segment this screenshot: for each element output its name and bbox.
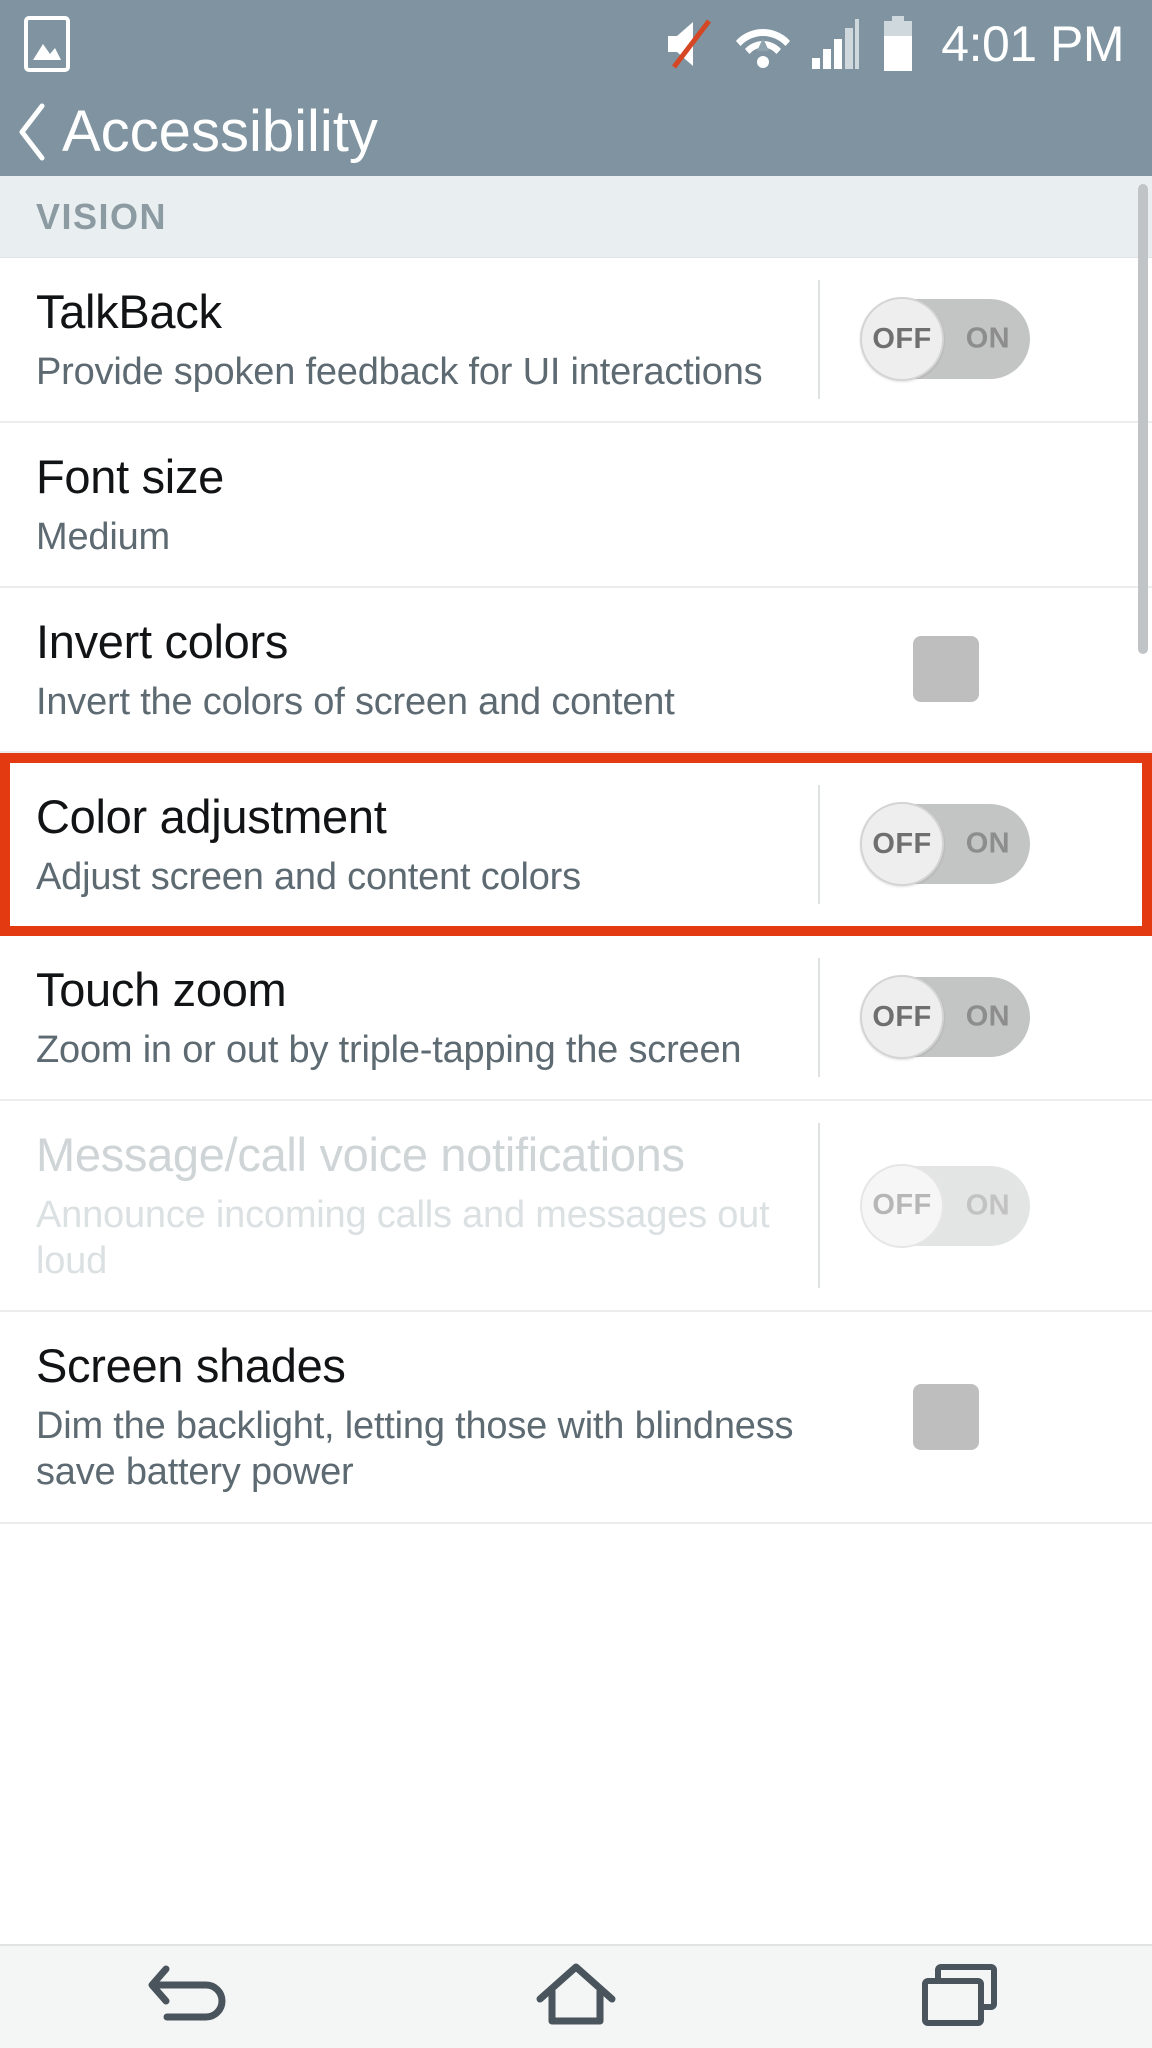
home-nav-button[interactable] xyxy=(476,1945,676,2048)
list-item-font-size[interactable]: Font size Medium xyxy=(0,422,1152,588)
navigation-bar xyxy=(0,1944,1152,2048)
list-item-text: TalkBack Provide spoken feedback for UI … xyxy=(36,258,796,421)
status-bar-left xyxy=(0,16,70,72)
talkback-toggle[interactable]: ON OFF xyxy=(860,297,1030,382)
recents-nav-button[interactable] xyxy=(860,1945,1060,2048)
cellular-signal-icon xyxy=(811,18,861,70)
toggle-on-label: ON xyxy=(965,322,1010,355)
list-item-text: Font size Medium xyxy=(36,423,796,586)
list-item-text: Color adjustment Adjust screen and conte… xyxy=(36,763,796,926)
gallery-icon xyxy=(24,16,70,72)
list-item-title: Color adjustment xyxy=(36,789,387,843)
back-arrow-icon[interactable] xyxy=(10,101,56,163)
list-item-control: ON OFF xyxy=(796,1101,1096,1310)
list-item-color-adjustment[interactable]: Color adjustment Adjust screen and conte… xyxy=(0,752,1152,936)
toggle-thumb: OFF xyxy=(860,975,944,1060)
vertical-scrollbar[interactable] xyxy=(1138,184,1148,654)
list-item-text: Touch zoom Zoom in or out by triple-tapp… xyxy=(36,936,796,1099)
list-item-subtitle: Announce incoming calls and messages out… xyxy=(36,1193,770,1282)
status-bar-right: 4:01 PM xyxy=(665,16,1152,72)
list-item-message-call-voice-notifications: Message/call voice notifications Announc… xyxy=(0,1100,1152,1313)
list-item-title: Font size xyxy=(36,449,224,503)
touch-zoom-toggle[interactable]: ON OFF xyxy=(860,975,1030,1060)
list-item-title: TalkBack xyxy=(36,285,222,338)
status-bar-clock: 4:01 PM xyxy=(941,16,1124,72)
list-item-subtitle: Zoom in or out by triple-tapping the scr… xyxy=(36,1028,742,1071)
list-item-subtitle: Adjust screen and content colors xyxy=(36,855,581,898)
wifi-icon xyxy=(735,19,791,69)
status-bar: 4:01 PM xyxy=(0,0,1152,88)
invert-colors-checkbox[interactable] xyxy=(913,636,979,703)
list-item-text: Screen shades Dim the backlight, letting… xyxy=(36,1312,796,1521)
list-item-title: Invert colors xyxy=(36,614,289,668)
recents-nav-icon xyxy=(912,1959,1008,2036)
home-nav-icon xyxy=(528,1959,624,2036)
screen-shades-checkbox[interactable] xyxy=(913,1383,979,1450)
back-nav-icon xyxy=(144,1959,240,2036)
list-item-text: Invert colors Invert the colors of scree… xyxy=(36,588,796,751)
color-adjustment-toggle[interactable]: ON OFF xyxy=(860,802,1030,887)
action-bar: Accessibility xyxy=(0,88,1152,176)
toggle-on-label: ON xyxy=(965,827,1010,860)
sound-muted-icon xyxy=(665,18,715,70)
toggle-off-label: OFF xyxy=(872,322,932,355)
section-header-vision: VISION xyxy=(0,176,1152,258)
list-item-control xyxy=(796,423,1096,586)
page-title: Accessibility xyxy=(62,99,378,164)
settings-list[interactable]: VISION TalkBack Provide spoken feedback … xyxy=(0,176,1152,1944)
list-item-title: Touch zoom xyxy=(36,962,287,1016)
list-item-subtitle: Medium xyxy=(36,515,170,558)
list-item-control: ON OFF xyxy=(796,763,1096,926)
list-item-subtitle: Dim the backlight, letting those with bl… xyxy=(36,1404,794,1494)
section-header-label: VISION xyxy=(36,195,168,237)
list-item-title: Screen shades xyxy=(36,1339,346,1393)
list-item-subtitle: Invert the colors of screen and content xyxy=(36,680,675,723)
list-item-screen-shades[interactable]: Screen shades Dim the backlight, letting… xyxy=(0,1312,1152,1524)
message-call-voice-notifications-toggle: ON OFF xyxy=(860,1163,1030,1248)
toggle-on-label: ON xyxy=(965,1000,1010,1033)
list-item-control xyxy=(796,588,1096,751)
list-item-title: Message/call voice notifications xyxy=(36,1127,685,1181)
toggle-off-label: OFF xyxy=(872,1189,932,1222)
list-item-invert-colors[interactable]: Invert colors Invert the colors of scree… xyxy=(0,587,1152,753)
toggle-on-label: ON xyxy=(965,1189,1010,1222)
toggle-thumb: OFF xyxy=(860,297,944,382)
toggle-thumb: OFF xyxy=(860,802,944,887)
list-item-control xyxy=(796,1312,1096,1521)
toggle-off-label: OFF xyxy=(872,1000,932,1033)
list-item-touch-zoom[interactable]: Touch zoom Zoom in or out by triple-tapp… xyxy=(0,935,1152,1101)
list-item-text: Message/call voice notifications Announc… xyxy=(36,1101,796,1310)
list-item-control: ON OFF xyxy=(796,258,1096,421)
list-item-control: ON OFF xyxy=(796,936,1096,1099)
battery-icon xyxy=(881,16,915,72)
phone-screen: 4:01 PM Accessibility VISION TalkBack Pr… xyxy=(0,0,1152,2048)
list-item-subtitle: Provide spoken feedback for UI interacti… xyxy=(36,350,763,393)
toggle-thumb: OFF xyxy=(860,1163,944,1248)
back-nav-button[interactable] xyxy=(92,1945,292,2048)
toggle-off-label: OFF xyxy=(872,827,932,860)
list-item-talkback[interactable]: TalkBack Provide spoken feedback for UI … xyxy=(0,258,1152,423)
